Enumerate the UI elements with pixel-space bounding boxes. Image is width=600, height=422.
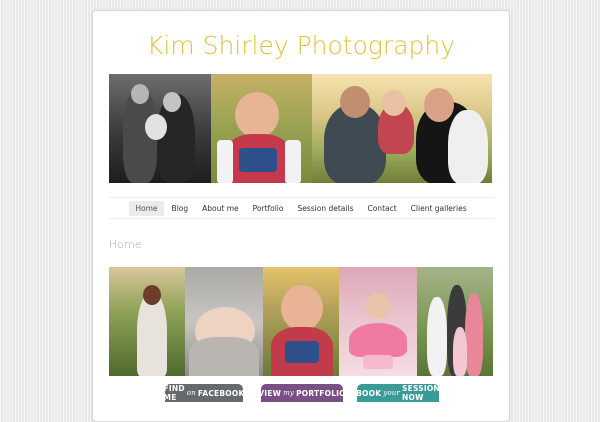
nav-item-session-details[interactable]: Session details	[291, 201, 359, 216]
banner-figure	[424, 88, 454, 122]
collage-figure	[281, 285, 323, 331]
collage-figure	[427, 297, 447, 376]
banner-figure	[145, 114, 167, 140]
banner-baby-photo	[211, 74, 312, 183]
banner-figure	[235, 92, 279, 138]
cta-text: on	[186, 389, 196, 397]
banner-figure	[285, 140, 301, 183]
collage-figure	[465, 293, 483, 376]
collage-newborn-photo	[185, 267, 263, 376]
collage-maternity-photo	[109, 267, 185, 376]
main-navigation: Home Blog About me Portfolio Session det…	[109, 197, 493, 219]
cta-text: FIND ME	[163, 384, 185, 402]
banner-figure	[382, 90, 406, 116]
cta-text: SESSION NOW	[402, 384, 440, 402]
banner-figure	[340, 86, 370, 118]
book-your-session-now-button[interactable]: BOOK your SESSION NOW	[356, 384, 440, 402]
collage-family-outdoor-photo	[417, 267, 493, 376]
site-title[interactable]: Kim Shirley Photography	[93, 31, 509, 60]
cta-text: your	[383, 389, 401, 397]
collage-figure	[363, 355, 393, 369]
banner-family-bw-photo	[109, 74, 211, 183]
collage-figure	[189, 337, 259, 376]
collage-figure	[137, 293, 167, 376]
cta-text: BOOK	[356, 388, 382, 398]
collage-figure	[453, 327, 467, 376]
cta-text: PORTFOLIO	[296, 388, 346, 398]
view-my-portfolio-button[interactable]: VIEW my PORTFOLIO	[258, 384, 346, 402]
banner-figure	[217, 140, 233, 183]
banner-family-kiss-photo	[312, 74, 492, 183]
banner-figure	[239, 148, 277, 172]
cta-text: my	[283, 389, 295, 397]
header-banner-photo	[109, 74, 492, 183]
nav-item-client-galleries[interactable]: Client galleries	[405, 201, 473, 216]
collage-figure	[365, 293, 391, 319]
nav-item-blog[interactable]: Blog	[166, 201, 195, 216]
page-container: Kim Shirley Photography Home Blog About …	[92, 10, 510, 422]
banner-figure	[448, 110, 488, 183]
banner-figure	[163, 92, 181, 112]
collage-figure	[143, 285, 161, 305]
collage-cake-smash-photo	[339, 267, 417, 376]
page-heading: Home	[109, 238, 142, 251]
nav-item-portfolio[interactable]: Portfolio	[247, 201, 290, 216]
collage-figure	[349, 323, 407, 357]
find-me-on-facebook-button[interactable]: FIND ME on FACEBOOK	[163, 384, 245, 402]
banner-figure	[131, 84, 149, 104]
photo-collage	[109, 267, 493, 376]
call-to-action-buttons: FIND ME on FACEBOOK VIEW my PORTFOLIO BO…	[163, 384, 465, 402]
cta-text: FACEBOOK	[197, 388, 245, 398]
collage-toddler-photo	[263, 267, 339, 376]
nav-item-contact[interactable]: Contact	[361, 201, 402, 216]
cta-text: VIEW	[258, 388, 282, 398]
nav-item-about-me[interactable]: About me	[196, 201, 244, 216]
collage-figure	[285, 341, 319, 363]
nav-item-home[interactable]: Home	[129, 200, 164, 216]
